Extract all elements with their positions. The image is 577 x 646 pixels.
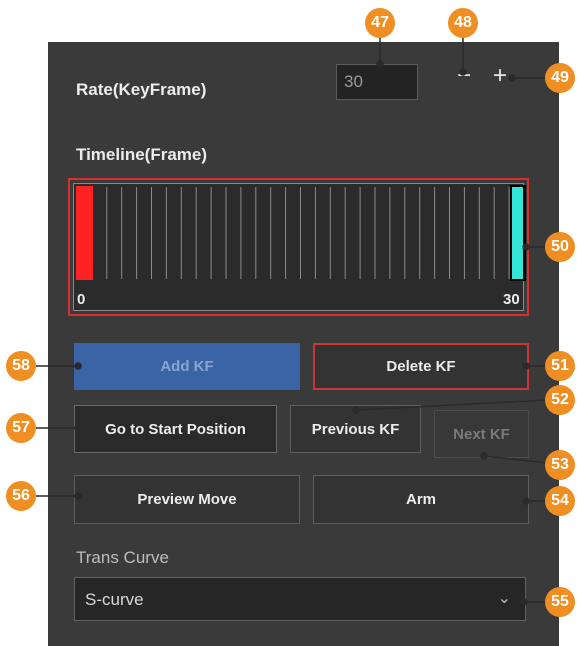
callout-51: 51 [545,351,575,381]
callout-48: 48 [448,8,478,38]
callout-54: 54 [545,486,575,516]
callout-49: 49 [545,63,575,93]
callout-47: 47 [365,8,395,38]
callout-56: 56 [6,481,36,511]
callout-55: 55 [545,587,575,617]
callout-53: 53 [545,450,575,480]
callout-57: 57 [6,413,36,443]
callout-58: 58 [6,351,36,381]
callout-50: 50 [545,232,575,262]
callout-leaders [36,30,549,606]
callout-52: 52 [545,385,575,415]
